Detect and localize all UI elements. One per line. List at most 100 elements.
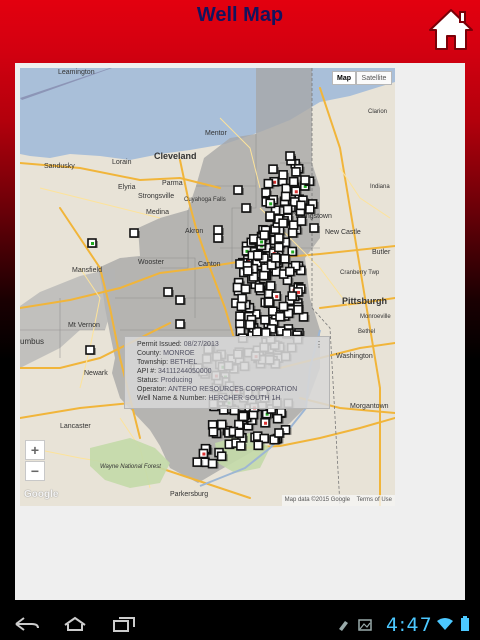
- well-marker[interactable]: [305, 204, 315, 214]
- well-map[interactable]: Leamington Mentor Sandusky Lorain Clevel…: [20, 68, 395, 506]
- well-marker[interactable]: [274, 242, 284, 253]
- well-marker[interactable]: [291, 167, 301, 177]
- well-marker[interactable]: [207, 458, 218, 469]
- well-marker[interactable]: [293, 304, 303, 315]
- well-marker[interactable]: [278, 301, 289, 312]
- well-marker[interactable]: [274, 233, 284, 243]
- info-row: County: MONROE: [137, 349, 325, 358]
- place-label: Clarion: [368, 109, 387, 115]
- battery-icon: [461, 616, 469, 631]
- place-label: Newark: [84, 370, 108, 377]
- well-marker[interactable]: [272, 413, 283, 424]
- info-value: Producing: [160, 377, 193, 384]
- well-marker[interactable]: [265, 211, 275, 221]
- home-icon: [429, 9, 473, 50]
- well-marker[interactable]: [265, 281, 276, 291]
- well-marker[interactable]: [278, 170, 288, 180]
- well-marker[interactable]: [282, 204, 293, 215]
- place-label: Butler: [372, 249, 391, 256]
- info-label: Status:: [137, 377, 159, 384]
- well-marker[interactable]: [213, 225, 223, 235]
- well-marker[interactable]: [288, 220, 299, 230]
- well-marker[interactable]: [236, 441, 246, 451]
- place-label: Mt Vernon: [68, 322, 100, 329]
- well-marker[interactable]: [175, 295, 185, 305]
- well-marker[interactable]: [260, 314, 270, 325]
- info-row: Permit Issued: 08/27/2013: [137, 340, 325, 349]
- well-marker[interactable]: [252, 250, 263, 261]
- well-marker[interactable]: [245, 319, 255, 330]
- well-marker[interactable]: [253, 440, 264, 451]
- well-marker[interactable]: [259, 270, 269, 281]
- home-button[interactable]: [426, 6, 476, 52]
- well-marker[interactable]: [234, 428, 245, 438]
- well-marker[interactable]: [296, 200, 306, 211]
- zoom-in-button[interactable]: +: [25, 440, 45, 460]
- well-marker[interactable]: [288, 176, 299, 187]
- zoom-out-button[interactable]: −: [25, 461, 45, 481]
- well-marker[interactable]: [287, 291, 298, 301]
- well-marker[interactable]: [216, 451, 227, 462]
- well-marker[interactable]: [264, 297, 274, 307]
- info-label: API #:: [137, 368, 157, 375]
- gallery-icon: [358, 619, 372, 631]
- well-marker[interactable]: [274, 428, 284, 438]
- marker-dot: [269, 202, 273, 206]
- well-marker[interactable]: [240, 284, 251, 294]
- place-label: Mansfield: [72, 267, 102, 274]
- well-marker[interactable]: [192, 457, 203, 467]
- well-marker[interactable]: [280, 191, 291, 202]
- well-marker[interactable]: [287, 228, 298, 238]
- well-marker[interactable]: [85, 345, 95, 355]
- forest-area: [90, 438, 170, 488]
- place-label: Indiana: [370, 184, 390, 190]
- well-marker[interactable]: [285, 151, 295, 161]
- back-icon[interactable]: [14, 616, 40, 632]
- well-marker[interactable]: [270, 253, 281, 263]
- place-label: Lorain: [112, 159, 132, 166]
- well-marker[interactable]: [216, 419, 227, 430]
- home-nav-icon[interactable]: [62, 616, 88, 632]
- well-marker[interactable]: [208, 426, 219, 437]
- well-marker[interactable]: [309, 223, 319, 233]
- info-value: BETHEL: [170, 359, 198, 366]
- well-marker[interactable]: [238, 411, 248, 422]
- well-marker[interactable]: [163, 287, 173, 297]
- well-marker[interactable]: [241, 203, 251, 213]
- well-marker[interactable]: [268, 164, 278, 174]
- marker-dot: [264, 421, 268, 425]
- place-label: Monroeville: [360, 314, 391, 320]
- recents-icon[interactable]: [112, 616, 138, 632]
- place-label: Washington: [336, 353, 373, 360]
- well-marker[interactable]: [254, 283, 265, 293]
- well-marker[interactable]: [259, 230, 270, 240]
- info-value: MONROE: [163, 350, 195, 357]
- well-marker[interactable]: [300, 175, 310, 185]
- well-info-window[interactable]: ⋮ Permit Issued: 08/27/2013 County: MONRO…: [124, 336, 330, 409]
- map-type-map-button[interactable]: Map: [332, 71, 356, 85]
- place-label: Leamington: [58, 69, 95, 76]
- map-type-satellite-button[interactable]: Satellite: [356, 71, 392, 85]
- well-marker[interactable]: [235, 311, 245, 321]
- terms-link[interactable]: Terms of Use: [357, 497, 392, 503]
- well-marker[interactable]: [263, 178, 274, 189]
- well-marker[interactable]: [232, 282, 243, 293]
- place-label: Canton: [198, 261, 221, 268]
- well-marker[interactable]: [129, 228, 139, 238]
- info-menu-icon[interactable]: ⋮: [315, 340, 323, 349]
- well-marker[interactable]: [237, 293, 247, 304]
- well-marker[interactable]: [296, 216, 307, 226]
- well-marker[interactable]: [213, 233, 223, 243]
- well-marker[interactable]: [236, 301, 247, 312]
- well-marker[interactable]: [275, 311, 285, 322]
- well-marker[interactable]: [233, 185, 243, 195]
- well-marker[interactable]: [285, 266, 295, 277]
- well-marker[interactable]: [175, 319, 185, 329]
- well-marker[interactable]: [280, 253, 290, 264]
- info-value: 34111244050000: [158, 368, 212, 375]
- place-label: Parkersburg: [170, 491, 208, 498]
- map-canvas[interactable]: Leamington Mentor Sandusky Lorain Clevel…: [20, 68, 395, 506]
- well-marker[interactable]: [242, 266, 253, 276]
- well-marker[interactable]: [278, 218, 288, 228]
- map-attribution: Map data ©2015 Google Terms of Use: [281, 495, 395, 506]
